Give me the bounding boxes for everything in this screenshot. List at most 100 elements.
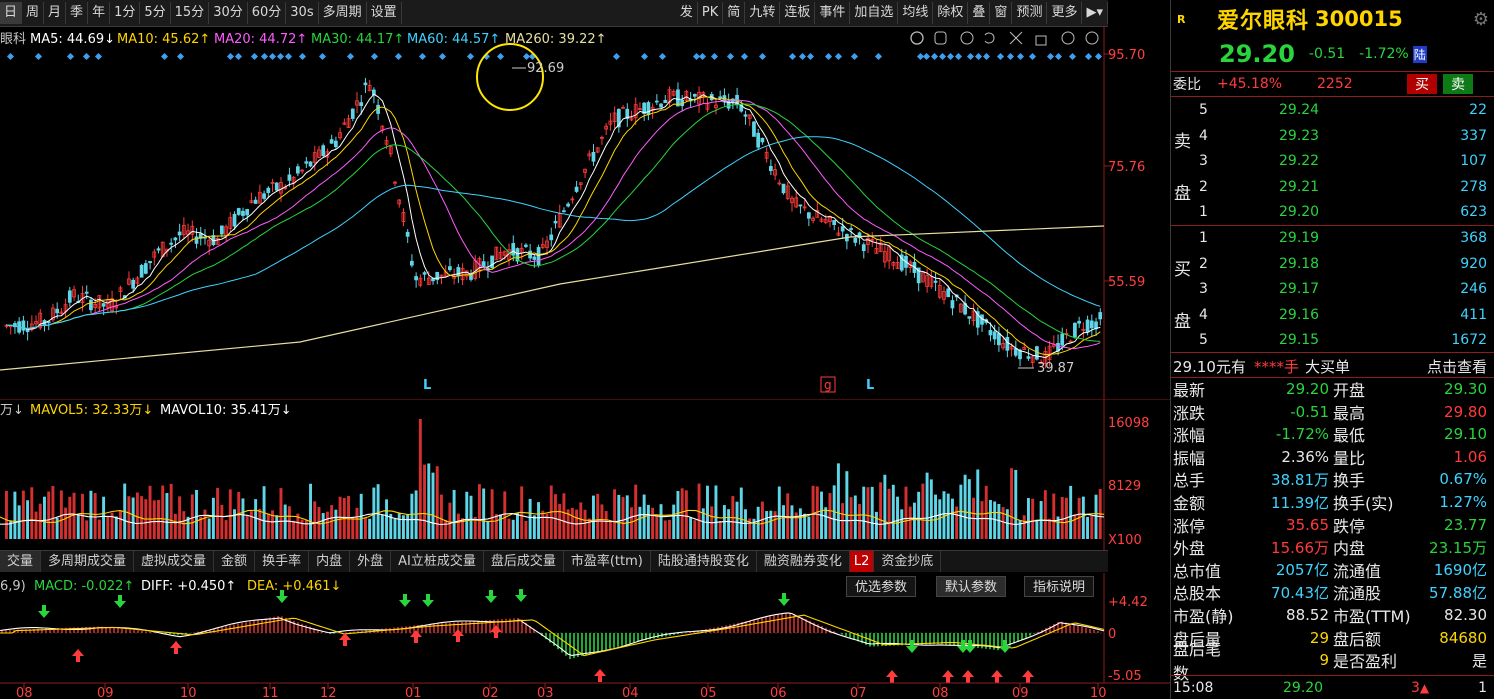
order-book-row[interactable]: 5 29.24 22: [1171, 99, 1494, 121]
order-book-row[interactable]: 4 29.16 411: [1171, 304, 1494, 326]
expand-icon[interactable]: ▶▾: [1082, 2, 1108, 24]
volume-bar: [798, 508, 802, 539]
toolbar-action-button[interactable]: 事件: [815, 2, 851, 24]
period-button[interactable]: 1分: [110, 2, 141, 24]
volume-bar: [562, 493, 566, 539]
period-button[interactable]: 日: [0, 2, 23, 24]
indicator-tab[interactable]: L2: [849, 551, 875, 572]
indicator-help-button[interactable]: 指标说明: [1024, 576, 1095, 597]
month-label: 12: [320, 686, 337, 699]
signal-diamond: [938, 52, 947, 61]
order-book-row[interactable]: 3 29.22 107: [1171, 150, 1494, 172]
toolbar-action-button[interactable]: 窗: [990, 2, 1013, 24]
indicator-tab[interactable]: 市盈率(ttm): [564, 551, 651, 572]
kline-chart[interactable]: 眼科 MA5: 44.69↓ MA10: 45.62↑ MA20: 44.72↑…: [0, 27, 1170, 399]
default-params-button[interactable]: 默认参数: [936, 576, 1007, 597]
chart-tool-icons[interactable]: [910, 31, 1099, 46]
period-button[interactable]: 5分: [140, 2, 171, 24]
scissors-icon[interactable]: [1009, 31, 1023, 45]
stat-value: 是: [1471, 651, 1487, 670]
candle-body: [1077, 320, 1081, 324]
volume-bar: [435, 466, 439, 539]
hand-icon[interactable]: [934, 31, 947, 45]
toolbar-action-button[interactable]: 简: [723, 2, 746, 24]
toolbar-action-button[interactable]: PK: [698, 2, 724, 24]
period-button[interactable]: 月: [44, 2, 67, 24]
volume-bar: [249, 511, 253, 539]
period-button[interactable]: 15分: [171, 2, 210, 24]
volume-bar: [858, 504, 861, 539]
indicator-tab[interactable]: 盘后成交量: [484, 551, 564, 572]
stats-row: 盘后笔数 9 是否盈利是: [1171, 640, 1494, 683]
period-button[interactable]: 周: [22, 2, 45, 24]
candle-body: [410, 260, 414, 266]
period-button[interactable]: 30分: [209, 2, 248, 24]
period-button[interactable]: 设置: [367, 2, 402, 24]
candle-body: [405, 231, 410, 237]
play-icon[interactable]: [960, 31, 974, 45]
candle-body: [101, 303, 106, 307]
order-book-row[interactable]: 4 29.23 337: [1171, 125, 1494, 147]
order-book-row[interactable]: 3 29.17 246: [1171, 278, 1494, 300]
toolbar-action-button[interactable]: 叠: [968, 2, 991, 24]
toolbar-action-button[interactable]: 发: [676, 2, 698, 24]
optimal-params-button[interactable]: 优选参数: [846, 576, 917, 597]
volume-bar: [131, 497, 135, 539]
indicator-tab[interactable]: AI立桩成交量: [391, 551, 484, 572]
order-book-row[interactable]: 5 29.15 1672: [1171, 329, 1494, 351]
period-button[interactable]: 多周期: [319, 2, 367, 24]
stat-value: 38.81万: [1271, 470, 1329, 489]
volume-bar: [554, 494, 557, 539]
sell-button[interactable]: 卖: [1443, 74, 1473, 94]
period-button[interactable]: 30s: [286, 2, 319, 24]
volume-bar: [828, 493, 832, 539]
buy-button[interactable]: 买: [1407, 74, 1437, 94]
mavol5-legend: MAVOL5: 32.33万↓: [30, 403, 153, 418]
big-order-row[interactable]: 29.10元有 ****手 大买单 点击查看: [1171, 355, 1494, 377]
undo-icon[interactable]: [984, 32, 995, 44]
zoom-out-icon[interactable]: [1085, 31, 1099, 45]
stat-value: 35.65: [1286, 515, 1329, 534]
volume-bar: [309, 483, 312, 539]
indicator-tab[interactable]: 陆股通持股变化: [651, 551, 757, 572]
gear-icon[interactable]: ⚙: [1473, 9, 1489, 30]
toolbar-action-button[interactable]: 均线: [898, 2, 934, 24]
signal-diamond: [1084, 52, 1093, 61]
indicator-tab[interactable]: 金额: [214, 551, 256, 572]
book-volume: 411: [1460, 306, 1487, 323]
volume-bar: [883, 474, 887, 539]
volume-bar: [528, 498, 532, 539]
indicator-tab[interactable]: 换手率: [255, 551, 310, 572]
indicator-tab[interactable]: 融资融券变化: [757, 551, 850, 572]
order-book-row[interactable]: 2 29.18 920: [1171, 253, 1494, 275]
toolbar-action-button[interactable]: 连板: [780, 2, 816, 24]
indicator-tab[interactable]: 外盘: [350, 551, 392, 572]
toolbar-action-button[interactable]: 加自选: [850, 2, 899, 24]
book-side-label: 盘: [1174, 184, 1191, 204]
toolbar-action-button[interactable]: 九转: [745, 2, 781, 24]
order-book-row[interactable]: 2 29.21 278: [1171, 176, 1494, 198]
indicator-tab[interactable]: 虚拟成交量: [134, 551, 215, 572]
price-tick: 55.59: [1108, 275, 1145, 290]
volume-chart[interactable]: 万↓ MAVOL5: 32.33万↓ MAVOL10: 35.41万↓ 1609…: [0, 399, 1170, 550]
toolbar-action-button[interactable]: 预测: [1012, 2, 1048, 24]
toolbar-action-button[interactable]: 除权: [933, 2, 969, 24]
indicator-tab[interactable]: 多周期成交量: [41, 551, 135, 572]
period-button[interactable]: 季: [66, 2, 89, 24]
indicator-tab[interactable]: 资金抄底: [874, 551, 942, 572]
volume-bar: [744, 509, 747, 539]
zoom-in-icon[interactable]: [1061, 31, 1075, 45]
indicator-tab[interactable]: 内盘: [309, 551, 351, 572]
month-label: 01: [405, 686, 422, 699]
order-book-row[interactable]: 1 29.19 368: [1171, 227, 1494, 249]
toolbar-action-button[interactable]: 更多: [1047, 2, 1083, 24]
period-button[interactable]: 60分: [248, 2, 287, 24]
volume-bar: [537, 502, 541, 539]
big-order-link[interactable]: 点击查看: [1427, 356, 1487, 377]
period-button[interactable]: 年: [88, 2, 111, 24]
eye-icon[interactable]: [910, 31, 924, 45]
lock-icon[interactable]: [1035, 35, 1047, 46]
candle-body: [663, 99, 668, 104]
indicator-tab[interactable]: 交量: [0, 551, 42, 572]
order-book-row[interactable]: 1 29.20 623: [1171, 201, 1494, 223]
